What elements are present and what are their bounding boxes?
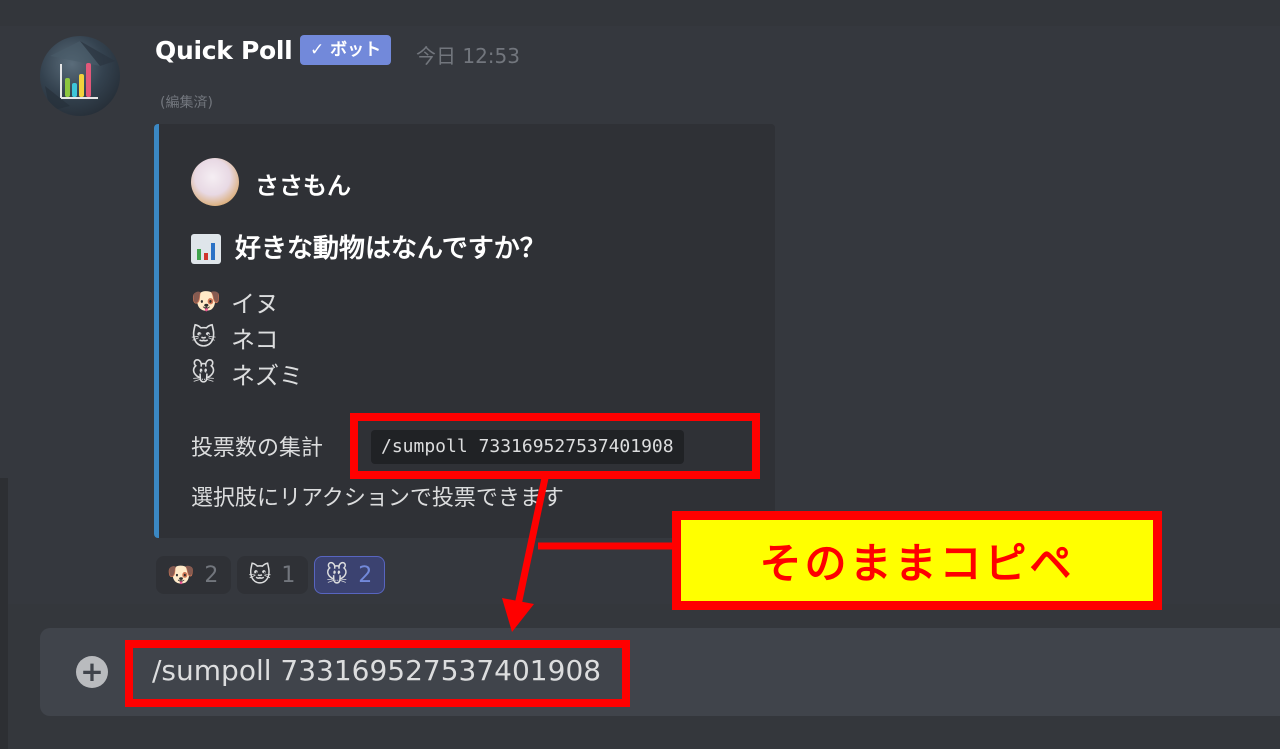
- dog-icon: 🐶: [167, 562, 195, 588]
- bar-chart-icon: [45, 41, 115, 111]
- highlight-input-box: [125, 640, 630, 707]
- poll-option: 🐭 ネズミ: [191, 356, 303, 390]
- poll-question: 好きな動物はなんですか？: [235, 234, 546, 264]
- option-label: ネズミ: [231, 361, 303, 390]
- reaction-dog[interactable]: 🐶 2: [156, 556, 232, 594]
- mouse-icon: 🐭: [325, 562, 349, 588]
- reaction-count: 2: [204, 562, 219, 588]
- message-timestamp: 今日 12:53: [416, 44, 520, 68]
- mouse-icon: 🐭: [191, 359, 217, 387]
- reaction-bar: 🐶 2 🐱 1 🐭 2: [156, 556, 386, 594]
- cat-icon: 🐱: [248, 562, 272, 588]
- embed-author-avatar: [191, 158, 239, 206]
- highlight-code-box: [350, 413, 760, 479]
- reaction-count: 1: [281, 562, 296, 588]
- vote-instructions: 選択肢にリアクションで投票できます: [191, 486, 564, 511]
- reaction-mouse[interactable]: 🐭 2: [314, 556, 386, 594]
- bar-chart-icon: [191, 234, 221, 264]
- cat-icon: 🐱: [191, 323, 217, 351]
- reaction-count: 2: [358, 562, 373, 588]
- dog-icon: 🐶: [191, 287, 221, 315]
- message-author[interactable]: Quick Poll: [155, 36, 293, 65]
- poll-option: 🐶 イヌ: [191, 284, 279, 318]
- bot-badge: ✓ ボット: [300, 35, 392, 65]
- top-strip: [0, 0, 1280, 26]
- copy-paste-callout: そのままコピペ: [672, 511, 1162, 610]
- sum-label: 投票数の集計: [191, 436, 324, 461]
- embed-author-name: ささもん: [255, 172, 351, 200]
- option-label: イヌ: [231, 289, 279, 318]
- plus-icon[interactable]: +: [76, 656, 108, 688]
- bot-avatar[interactable]: [40, 36, 120, 116]
- edited-marker: (編集済): [160, 95, 213, 111]
- option-label: ネコ: [231, 325, 279, 354]
- poll-option: 🐱 ネコ: [191, 320, 279, 354]
- reaction-cat[interactable]: 🐱 1: [237, 556, 309, 594]
- left-rail: [0, 478, 8, 749]
